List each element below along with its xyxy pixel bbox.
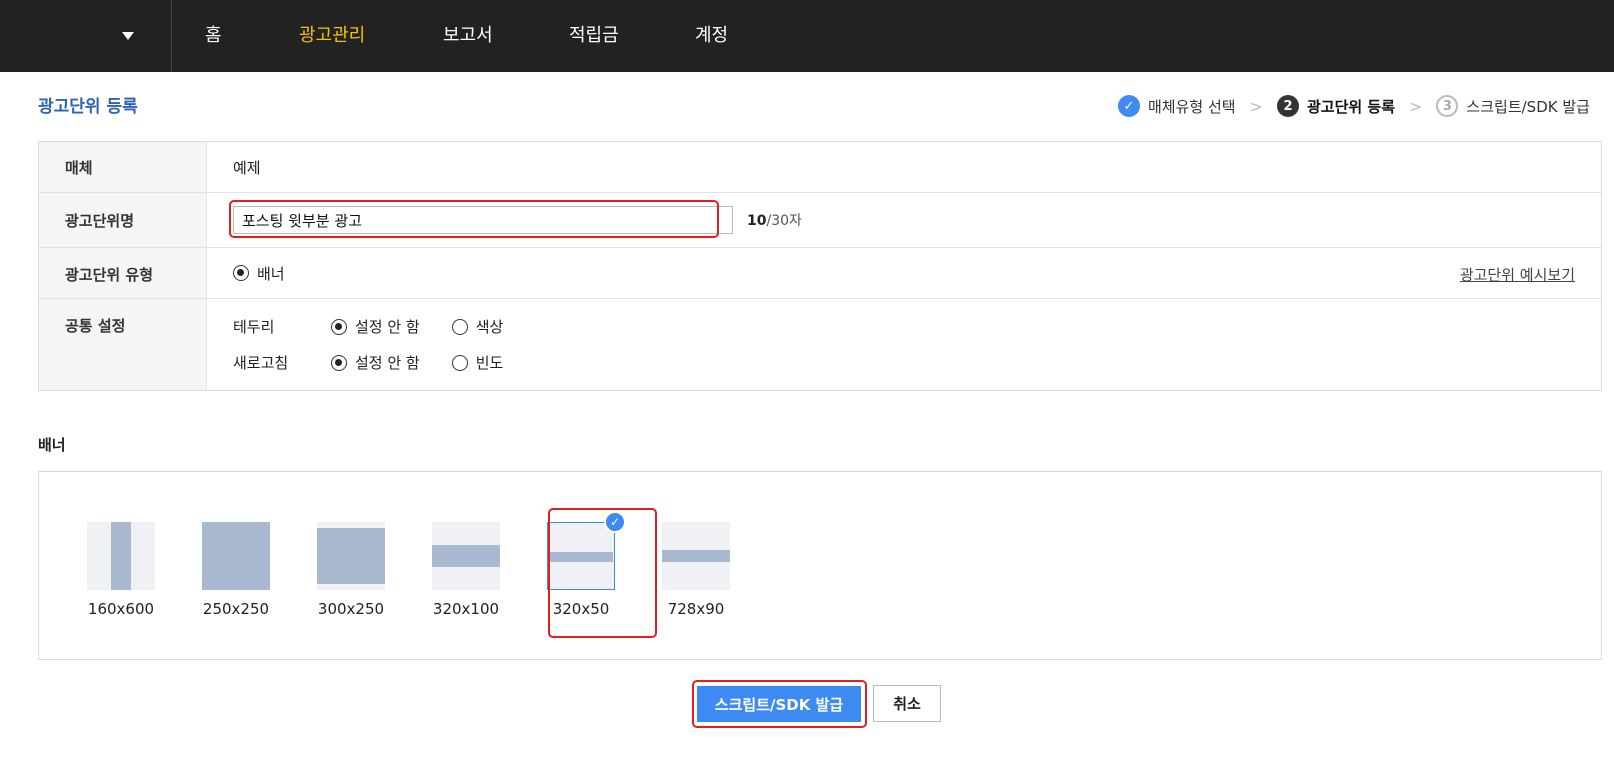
border-color-radio[interactable]: 색상	[451, 316, 504, 337]
preview-link[interactable]: 광고단위 예시보기	[1460, 264, 1575, 285]
radio-label: 배너	[257, 264, 285, 283]
banner-size-label: 300x250	[317, 600, 385, 618]
field-label: 공통 설정	[39, 299, 207, 390]
refresh-none-radio[interactable]: 설정 안 함	[331, 352, 420, 373]
top-nav: 홈 광고관리 보고서 적립금 계정	[0, 0, 1614, 72]
banner-thumbnail[interactable]	[662, 522, 730, 590]
banner-shape	[548, 552, 613, 562]
banner-shape	[662, 550, 730, 562]
nav-item-ad-management[interactable]: 광고관리	[299, 24, 365, 48]
banner-thumbnail[interactable]	[317, 522, 385, 590]
banner-thumbnail-selected[interactable]: ✓	[547, 511, 626, 590]
field-label: 광고단위 유형	[39, 248, 207, 298]
nav-dropdown[interactable]	[0, 0, 172, 72]
chevron-down-icon[interactable]	[122, 32, 134, 40]
char-counter: 10/30자	[747, 210, 802, 230]
banner-size-label: 728x90	[667, 600, 725, 618]
nav-item-account[interactable]: 계정	[695, 24, 728, 48]
nav-item-home[interactable]: 홈	[205, 24, 222, 48]
radio-unchecked-icon[interactable]	[451, 354, 468, 371]
banner-thumbnail[interactable]	[87, 522, 155, 590]
radio-label: 설정 안 함	[355, 354, 420, 372]
banner-option-728x90[interactable]: 728x90	[646, 522, 746, 618]
setting-label: 새로고침	[233, 354, 289, 372]
field-label: 매체	[39, 142, 207, 192]
banner-option-320x100[interactable]: 320x100	[416, 522, 516, 618]
step-indicator: ✓ 매체유형 선택 > 2 광고단위 등록 > 3 스크립트/SDK 발급	[1118, 94, 1590, 118]
radio-checked-icon[interactable]	[233, 265, 249, 281]
banner-shape	[317, 528, 385, 584]
step-label: 매체유형 선택	[1148, 97, 1236, 116]
step-2: 2 광고단위 등록	[1276, 95, 1396, 117]
step-3: 3 스크립트/SDK 발급	[1436, 95, 1590, 117]
nav-item-report[interactable]: 보고서	[443, 24, 493, 48]
radio-label: 설정 안 함	[355, 318, 420, 336]
form-row-unit-name: 광고단위명 10/30자	[39, 193, 1601, 248]
setting-label: 테두리	[233, 318, 275, 336]
border-none-radio[interactable]: 설정 안 함	[331, 316, 420, 337]
radio-label: 색상	[475, 318, 504, 336]
radio-label: 빈도	[475, 354, 504, 372]
step-1: ✓ 매체유형 선택	[1118, 95, 1236, 117]
banner-thumbnail[interactable]	[432, 522, 500, 590]
radio-checked-icon[interactable]	[331, 318, 347, 335]
issue-script-button[interactable]: 스크립트/SDK 발급	[697, 686, 861, 722]
chevron-right-icon: >	[1249, 96, 1263, 116]
check-icon: ✓	[604, 511, 626, 533]
banner-size-picker: 160x600 250x250 300x250 320x100 ✓ 320x50…	[38, 471, 1602, 660]
step-number: 2	[1276, 95, 1299, 117]
chevron-right-icon: >	[1409, 96, 1423, 116]
banner-shape	[111, 522, 131, 590]
char-count-max: /30자	[766, 213, 802, 229]
step-number: 3	[1436, 95, 1459, 117]
form-row-unit-type: 광고단위 유형 배너 광고단위 예시보기	[39, 248, 1601, 299]
banner-option-320x50[interactable]: ✓ 320x50	[531, 511, 631, 618]
step-label: 광고단위 등록	[1306, 97, 1396, 116]
media-value: 예제	[233, 158, 261, 177]
nav-item-credits[interactable]: 적립금	[569, 24, 619, 48]
unit-type-banner-radio[interactable]: 배너	[233, 263, 285, 284]
banner-shape	[202, 522, 270, 590]
banner-thumbnail[interactable]	[202, 522, 270, 590]
radio-unchecked-icon[interactable]	[451, 318, 468, 335]
banner-shape	[432, 545, 500, 567]
unit-name-wrap	[229, 200, 733, 238]
field-label: 광고단위명	[39, 193, 207, 247]
radio-checked-icon[interactable]	[331, 354, 347, 371]
page-title: 광고단위 등록	[38, 97, 138, 117]
border-setting: 테두리 설정 안 함 색상	[233, 315, 535, 339]
refresh-setting: 새로고침 설정 안 함 빈도	[233, 351, 535, 375]
char-count-current: 10	[747, 213, 767, 229]
banner-section-title: 배너	[38, 436, 66, 454]
banner-option-250x250[interactable]: 250x250	[186, 522, 286, 618]
ad-unit-form: 매체 예제 광고단위명 10/30자 광고단위 유형 배너 광고단위 예시보기 …	[38, 141, 1602, 391]
banner-option-160x600[interactable]: 160x600	[71, 522, 171, 618]
banner-size-label: 160x600	[87, 600, 155, 618]
banner-size-label: 320x50	[552, 600, 610, 618]
form-row-common-settings: 공통 설정 테두리 설정 안 함 색상 새로고침 설정 안 함 빈도	[39, 299, 1601, 390]
step-label: 스크립트/SDK 발급	[1466, 97, 1590, 116]
form-row-media: 매체 예제	[39, 142, 1601, 193]
cancel-button[interactable]: 취소	[873, 685, 941, 722]
banner-size-label: 320x100	[432, 600, 500, 618]
check-icon: ✓	[1118, 95, 1140, 117]
banner-option-300x250[interactable]: 300x250	[301, 522, 401, 618]
refresh-frequency-radio[interactable]: 빈도	[451, 352, 504, 373]
unit-name-input[interactable]	[233, 206, 733, 234]
banner-size-label: 250x250	[202, 600, 270, 618]
